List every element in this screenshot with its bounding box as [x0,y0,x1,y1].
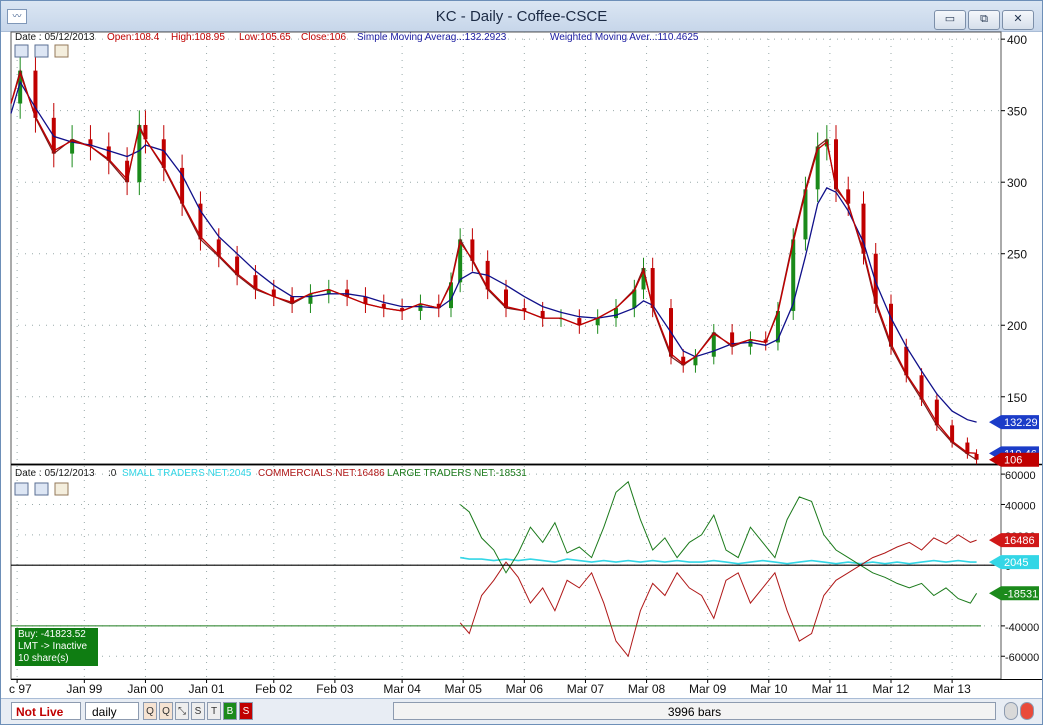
zoom-in-icon[interactable]: Q [143,702,157,720]
x-tick-label: Jan 00 [127,682,163,696]
order-lmt-line: LMT -> Inactive [18,641,88,652]
order-status-box[interactable]: Buy: -41823.52 LMT -> Inactive 10 share(… [15,628,98,666]
cot-legend-small: SMALL TRADERS NET:2045 [122,468,252,479]
cot-y-tick-label: 40000 [1005,500,1036,512]
sma-value-marker-label: 132.29 [1004,417,1038,429]
x-tick-label: c 97 [9,682,32,696]
indicator-settings-icon[interactable] [14,482,29,496]
candle-body [308,293,313,304]
price-legend-open: Open:108.4 [107,32,160,43]
cot-y-tick-label: 60000 [1005,470,1036,482]
x-tick-label: Mar 06 [506,682,544,696]
price-legend-wma: Weighted Moving Aver..:110.4625 [550,32,699,43]
cot-y-tick-label: -60000 [1005,652,1039,664]
indicator-settings-icon[interactable] [34,44,49,58]
price-y-tick-label: 350 [1007,105,1027,119]
status-bar: Not Live daily Q Q ⤡ S T B S 3996 bars [1,698,1042,724]
price-panel [10,31,1002,465]
scroll-left-icon[interactable] [1004,702,1018,720]
indicator-edit-icon[interactable] [54,482,69,496]
price-legend-high: High:108.95 [171,32,225,43]
bars-scrollbar[interactable]: 3996 bars [393,702,996,720]
price-legend-close: Close:106 [301,32,346,43]
price-y-tick-label: 250 [1007,248,1027,262]
interval-select[interactable]: daily [85,702,139,720]
indicator-edit-icon[interactable] [54,44,69,58]
cot-legend-large: LARGE TRADERS NET:-18531 [387,468,527,479]
price-panel-tool-icons[interactable] [14,44,69,58]
x-tick-label: Jan 01 [189,682,225,696]
x-tick-label: Jan 99 [66,682,102,696]
bars-count: 3996 bars [667,705,722,719]
indicator-settings-icon[interactable] [34,482,49,496]
sell-button[interactable]: S [239,702,253,720]
x-tick-label: Mar 11 [812,682,849,696]
price-y-tick-label: 150 [1007,391,1027,405]
record-icon[interactable] [1020,702,1034,720]
price-y-tick-label: 400 [1007,33,1027,47]
buy-button[interactable]: B [223,702,237,720]
cot-panel-tool-icons[interactable] [14,482,69,496]
price-legend-low: Low:105.65 [239,32,291,43]
x-tick-label: Mar 10 [750,682,788,696]
zoom-out-icon[interactable]: Q [159,702,173,720]
cot-legend-date: Date : 05/12/2013 [15,468,95,479]
indicator-settings-icon[interactable] [14,44,29,58]
settings-icon[interactable]: S [191,702,205,720]
x-tick-label: Mar 09 [689,682,727,696]
x-tick-label: Mar 05 [445,682,483,696]
cot-legend-zero: :0 [108,468,117,479]
large-traders-value-marker-label: -18531 [1004,588,1038,600]
x-tick-label: Mar 13 [933,682,971,696]
x-tick-label: Feb 03 [316,682,354,696]
price-y-tick-label: 300 [1007,176,1027,190]
x-tick-label: Mar 04 [383,682,421,696]
close-value-marker-label: 106 [1004,455,1022,467]
x-tick-label: Mar 12 [872,682,910,696]
cot-legend-commercials: COMMERCIALS NET:16486 [258,468,385,479]
small-traders-value-marker-label: 2045 [1004,557,1028,569]
chart-canvas[interactable]: c 97 Jan 99 Jan 00 Jan 01 Feb 02 Feb 03 Mar 04… [1,1,1043,725]
crosshair-icon[interactable]: ⤡ [175,702,189,720]
cot-y-tick-label: -40000 [1005,622,1039,634]
price-legend-sma: Simple Moving Averag..:132.2923 [357,32,507,43]
x-tick-label: Feb 02 [255,682,293,696]
live-status[interactable]: Not Live [11,702,81,720]
text-tool-icon[interactable]: T [207,702,221,720]
x-tick-label: Mar 08 [628,682,666,696]
chart-window: 〰 KC - Daily - Coffee-CSCE ▭ ⧉ ✕ c 97 Jan… [0,0,1043,725]
order-buy-line: Buy: -41823.52 [18,629,86,640]
commercials-value-marker-label: 16486 [1004,535,1035,547]
x-tick-label: Mar 07 [567,682,605,696]
order-shares-line: 10 share(s) [18,653,69,664]
price-y-tick-label: 200 [1007,319,1027,333]
price-legend-date: Date : 05/12/2013 [15,32,95,43]
